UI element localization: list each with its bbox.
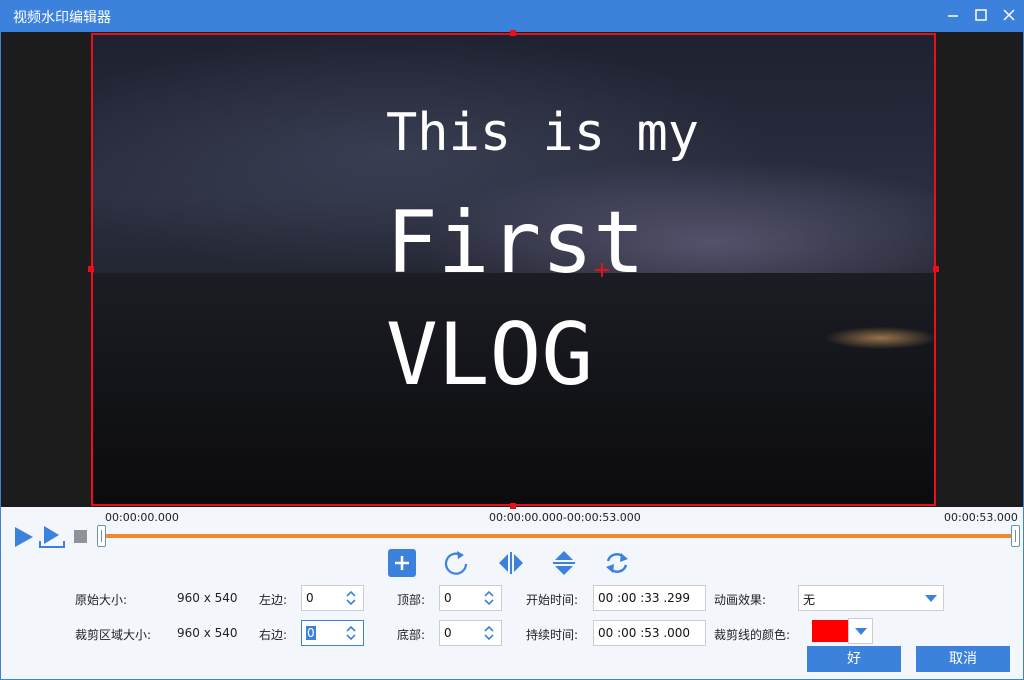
rotate-icon <box>444 551 468 575</box>
start-time-input[interactable]: 00 :00 :33 .299 <box>593 585 706 611</box>
right-label: 右边: <box>259 628 288 642</box>
bottom-spinner[interactable]: 0 <box>439 620 502 646</box>
crop-size-value: 960 x 540 <box>177 626 238 640</box>
timeline-end-time: 00:00:53.000 <box>944 511 1018 524</box>
crop-line-color-swatch[interactable] <box>812 620 848 642</box>
timeline-start-time: 00:00:00.000 <box>105 511 179 524</box>
animation-value: 无 <box>803 593 816 607</box>
left-spinner[interactable]: 0 <box>301 585 364 611</box>
crop-handle-left[interactable] <box>88 266 94 272</box>
crop-size-label: 裁剪区域大小: <box>75 628 152 642</box>
animation-select[interactable]: 无 <box>798 585 944 611</box>
add-icon <box>395 556 409 570</box>
maximize-icon <box>975 9 987 21</box>
maximize-button[interactable] <box>969 5 993 27</box>
reset-button[interactable] <box>603 549 631 577</box>
original-size-label: 原始大小: <box>75 593 128 607</box>
minimize-icon <box>948 15 958 17</box>
spinner-arrows-icon[interactable] <box>345 589 357 607</box>
bottom-value[interactable]: 0 <box>444 626 452 640</box>
crop-handle-bottom[interactable] <box>510 503 516 509</box>
start-time-label: 开始时间: <box>526 593 579 607</box>
timeline-track[interactable] <box>102 534 1016 538</box>
spinner-arrows-icon[interactable] <box>483 589 495 607</box>
play-selection-icon[interactable] <box>39 525 65 549</box>
timeline-end-handle[interactable] <box>1011 525 1020 547</box>
timeline-range: 00:00:00.000-00:00:53.000 <box>489 511 641 524</box>
left-label: 左边: <box>259 593 288 607</box>
video-watermark-editor-window: 视频水印编辑器 This is my First VLOG 00:00:00.0… <box>0 0 1024 680</box>
right-spinner[interactable]: 0 <box>301 620 364 646</box>
duration-input[interactable]: 00 :00 :53 .000 <box>593 620 706 646</box>
reset-icon <box>606 553 628 573</box>
spinner-arrows-icon[interactable] <box>345 624 357 642</box>
flip-vertical-button[interactable] <box>550 549 578 577</box>
original-size-value: 960 x 540 <box>177 591 238 605</box>
top-value[interactable]: 0 <box>444 591 452 605</box>
left-value[interactable]: 0 <box>306 591 314 605</box>
add-button[interactable] <box>388 549 416 577</box>
crop-region-border[interactable] <box>91 33 936 506</box>
duration-label: 持续时间: <box>526 628 579 642</box>
minimize-button[interactable] <box>941 5 965 27</box>
flip-vertical-icon <box>553 551 575 575</box>
timeline-start-handle[interactable] <box>97 525 106 547</box>
chevron-down-icon[interactable] <box>925 595 937 602</box>
duration-value[interactable]: 00 :00 :53 .000 <box>598 626 690 640</box>
video-preview-area: This is my First VLOG <box>1 30 1023 509</box>
crop-handle-right[interactable] <box>933 266 939 272</box>
rotate-button[interactable] <box>443 549 471 577</box>
animation-label: 动画效果: <box>714 593 767 607</box>
flip-horizontal-icon <box>499 552 523 574</box>
crop-line-color-dropdown[interactable] <box>848 618 873 644</box>
top-spinner[interactable]: 0 <box>439 585 502 611</box>
close-icon <box>1003 9 1015 21</box>
right-value[interactable]: 0 <box>306 626 316 640</box>
flip-horizontal-button[interactable] <box>497 549 525 577</box>
cancel-button[interactable]: 取消 <box>916 646 1010 672</box>
stop-icon[interactable] <box>74 530 87 543</box>
spinner-arrows-icon[interactable] <box>483 624 495 642</box>
close-button[interactable] <box>997 5 1021 27</box>
crop-handle-top[interactable] <box>510 30 516 36</box>
ok-button[interactable]: 好 <box>807 646 901 672</box>
play-icon[interactable] <box>13 526 35 548</box>
window-title: 视频水印编辑器 <box>13 10 111 26</box>
start-time-value[interactable]: 00 :00 :33 .299 <box>598 591 690 605</box>
chevron-down-icon[interactable] <box>855 628 867 635</box>
top-label: 顶部: <box>397 593 426 607</box>
bottom-label: 底部: <box>397 628 426 642</box>
crop-line-color-label: 裁剪线的颜色: <box>714 628 791 642</box>
title-bar: 视频水印编辑器 <box>1 1 1023 32</box>
